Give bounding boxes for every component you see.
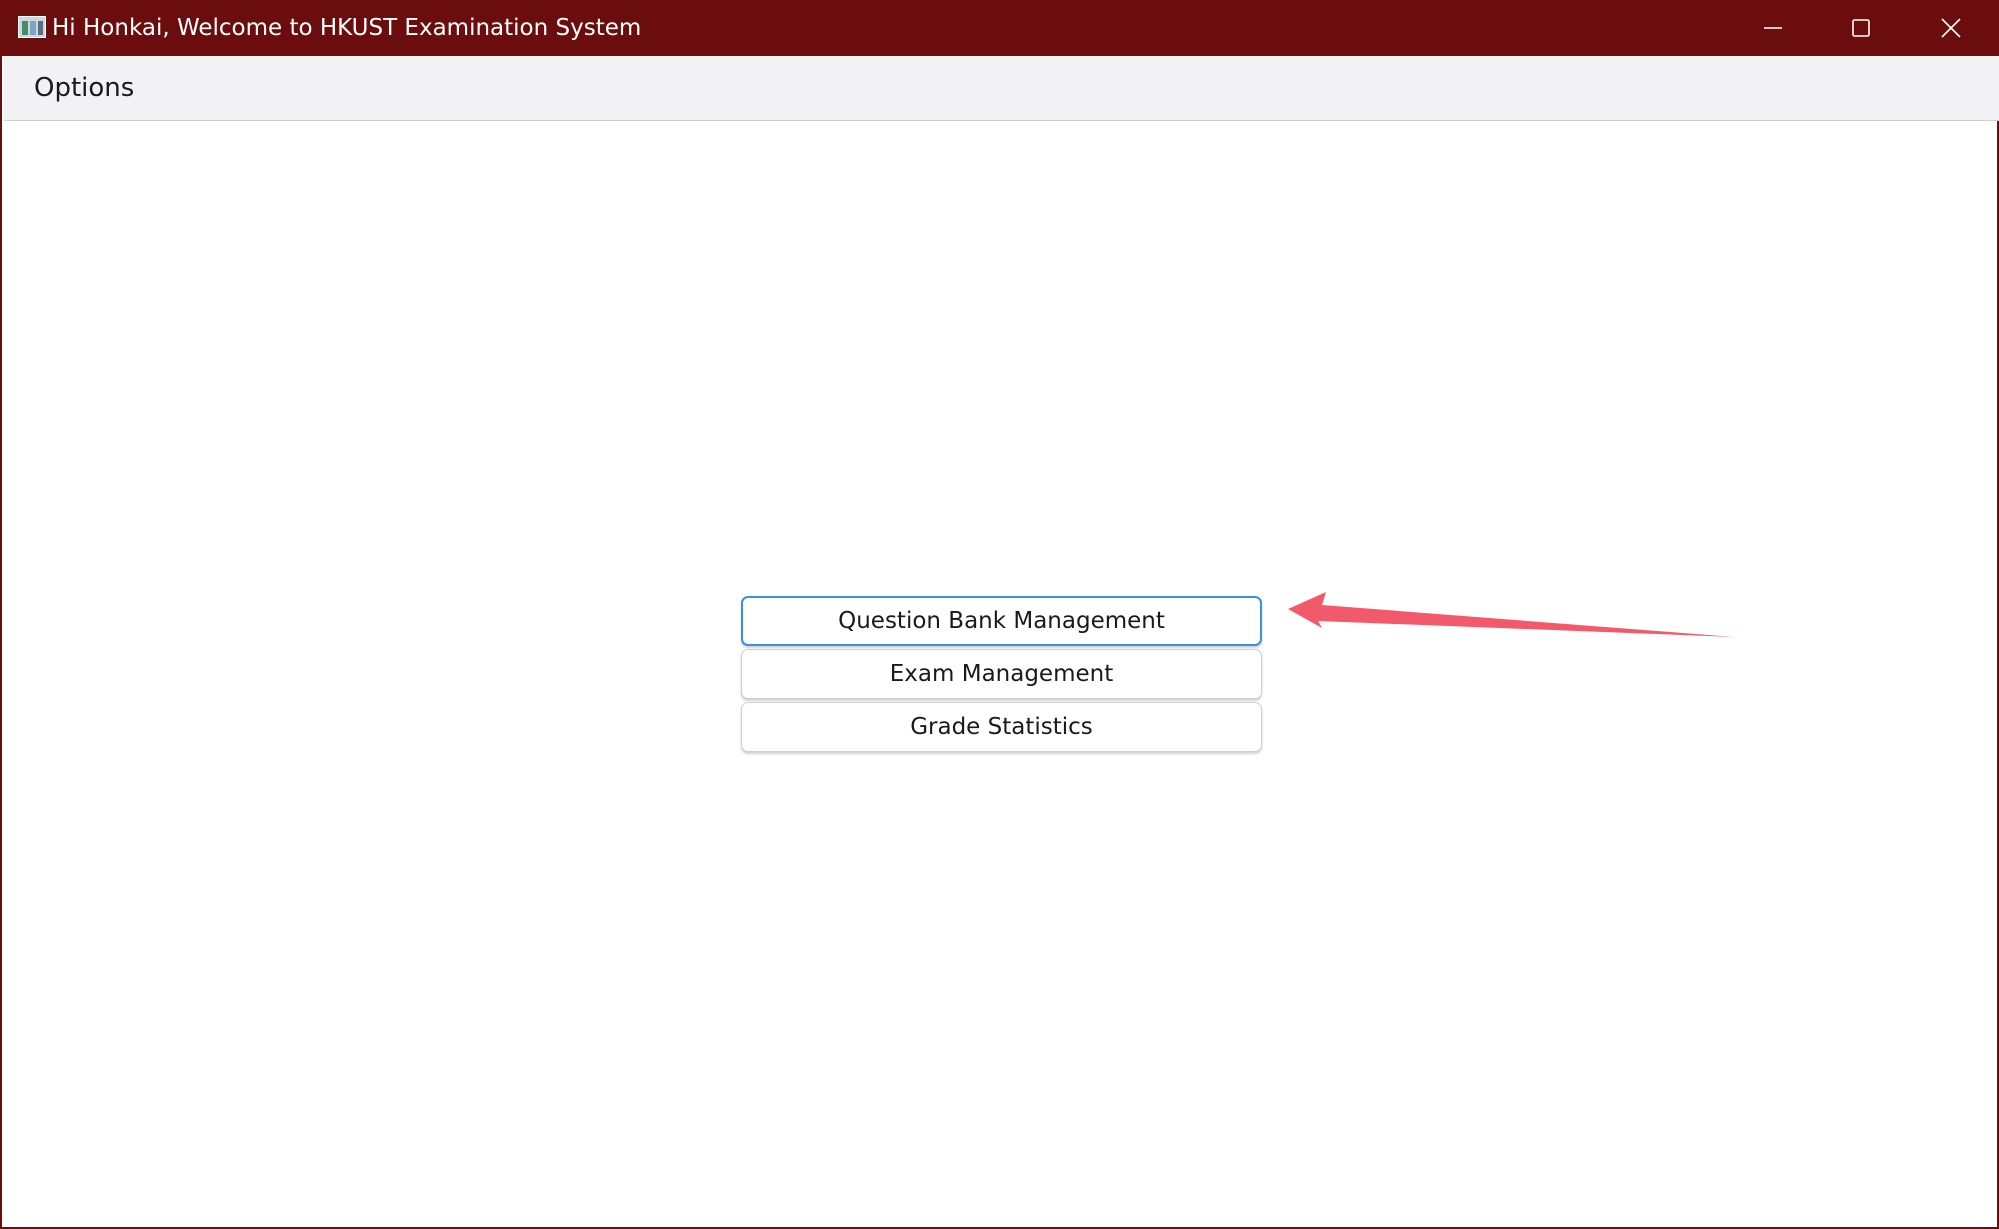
- close-icon: [1941, 18, 1961, 38]
- title-bar[interactable]: Hi Honkai, Welcome to HKUST Examination …: [2, 0, 1999, 56]
- app-chart-icon: [18, 16, 46, 38]
- close-button[interactable]: [1907, 0, 1995, 56]
- menu-bar: Options: [4, 56, 1999, 121]
- menu-options[interactable]: Options: [30, 72, 138, 104]
- minimize-icon: [1764, 27, 1782, 29]
- maximize-icon: [1852, 19, 1870, 37]
- app-window: Hi Honkai, Welcome to HKUST Examination …: [0, 0, 1999, 1229]
- minimize-button[interactable]: [1729, 0, 1817, 56]
- window-title: Hi Honkai, Welcome to HKUST Examination …: [52, 15, 642, 41]
- question-bank-management-button[interactable]: Question Bank Management: [741, 596, 1262, 646]
- annotation-arrow-icon: [1288, 592, 1734, 637]
- grade-statistics-button[interactable]: Grade Statistics: [741, 702, 1262, 752]
- exam-management-button[interactable]: Exam Management: [741, 649, 1262, 699]
- maximize-button[interactable]: [1817, 0, 1905, 56]
